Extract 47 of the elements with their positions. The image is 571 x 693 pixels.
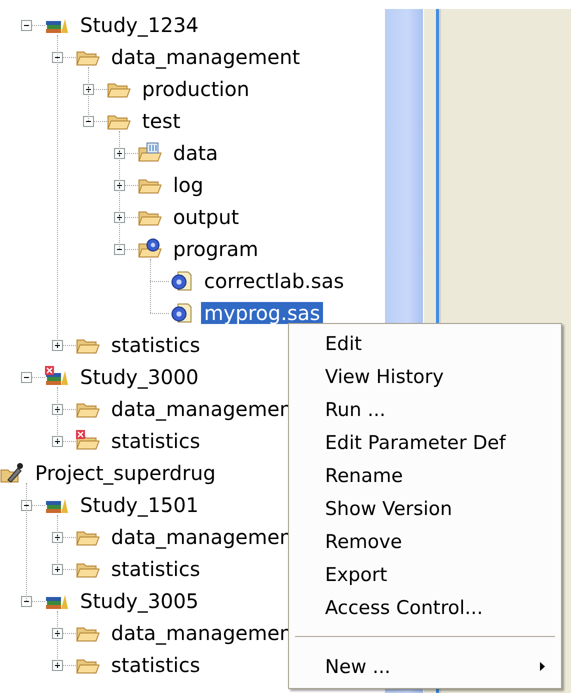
tree-item[interactable]: Study_1234 [77, 14, 202, 36]
expand-toggle[interactable] [114, 212, 125, 222]
menu-item[interactable]: View History [291, 360, 559, 393]
collapse-toggle[interactable] [21, 596, 32, 606]
tree-item[interactable]: correctlab.sas [201, 270, 347, 292]
collapse-toggle[interactable] [52, 52, 63, 62]
menu-item[interactable]: New ... [291, 650, 559, 683]
collapse-toggle[interactable] [21, 372, 32, 382]
menu-item[interactable]: Show Version [291, 492, 559, 525]
tree-item[interactable]: production [139, 78, 252, 100]
collapse-toggle[interactable] [21, 500, 32, 510]
expand-toggle[interactable] [83, 84, 94, 94]
tree-item[interactable]: test [139, 110, 184, 132]
tree-item[interactable]: data_management [108, 46, 304, 68]
expand-toggle[interactable] [52, 532, 63, 542]
expand-toggle[interactable] [114, 148, 125, 158]
menu-item[interactable]: Edit Parameter Def [291, 426, 559, 459]
expand-toggle[interactable] [52, 436, 63, 446]
expand-toggle[interactable] [52, 404, 63, 414]
menu-item[interactable]: Rename [291, 459, 559, 492]
tree-item[interactable]: Study_1501 [77, 494, 202, 516]
tree-item[interactable]: Study_3005 [77, 590, 202, 612]
menu-item[interactable]: Access Control... [291, 591, 559, 624]
tree-item[interactable]: myprog.sas [201, 302, 324, 324]
tree-item[interactable]: statistics [108, 334, 204, 356]
expand-toggle[interactable] [52, 660, 63, 670]
tree-item[interactable]: Study_3000 [77, 366, 202, 388]
tree-item[interactable]: statistics [108, 558, 204, 580]
collapse-toggle[interactable] [21, 20, 32, 30]
collapse-toggle[interactable] [114, 244, 125, 254]
expand-toggle[interactable] [52, 564, 63, 574]
expand-toggle[interactable] [52, 628, 63, 638]
tree-item[interactable]: statistics [108, 430, 204, 452]
menu-item[interactable]: Remove [291, 525, 559, 558]
tree-item[interactable]: program [170, 238, 262, 260]
menu-item[interactable]: Run ... [291, 393, 559, 426]
menu-item[interactable]: Export [291, 558, 559, 591]
expand-toggle[interactable] [52, 340, 63, 350]
collapse-toggle[interactable] [83, 116, 94, 126]
submenu-arrow-icon [540, 662, 545, 671]
menu-item[interactable]: Edit [291, 327, 559, 360]
tree-item[interactable]: log [170, 174, 206, 196]
tree-item[interactable]: data [170, 142, 222, 164]
tree-item[interactable]: Project_superdrug [32, 462, 219, 484]
tree-item[interactable]: output [170, 206, 242, 228]
tree-item[interactable]: statistics [108, 654, 204, 676]
expand-toggle[interactable] [114, 180, 125, 190]
